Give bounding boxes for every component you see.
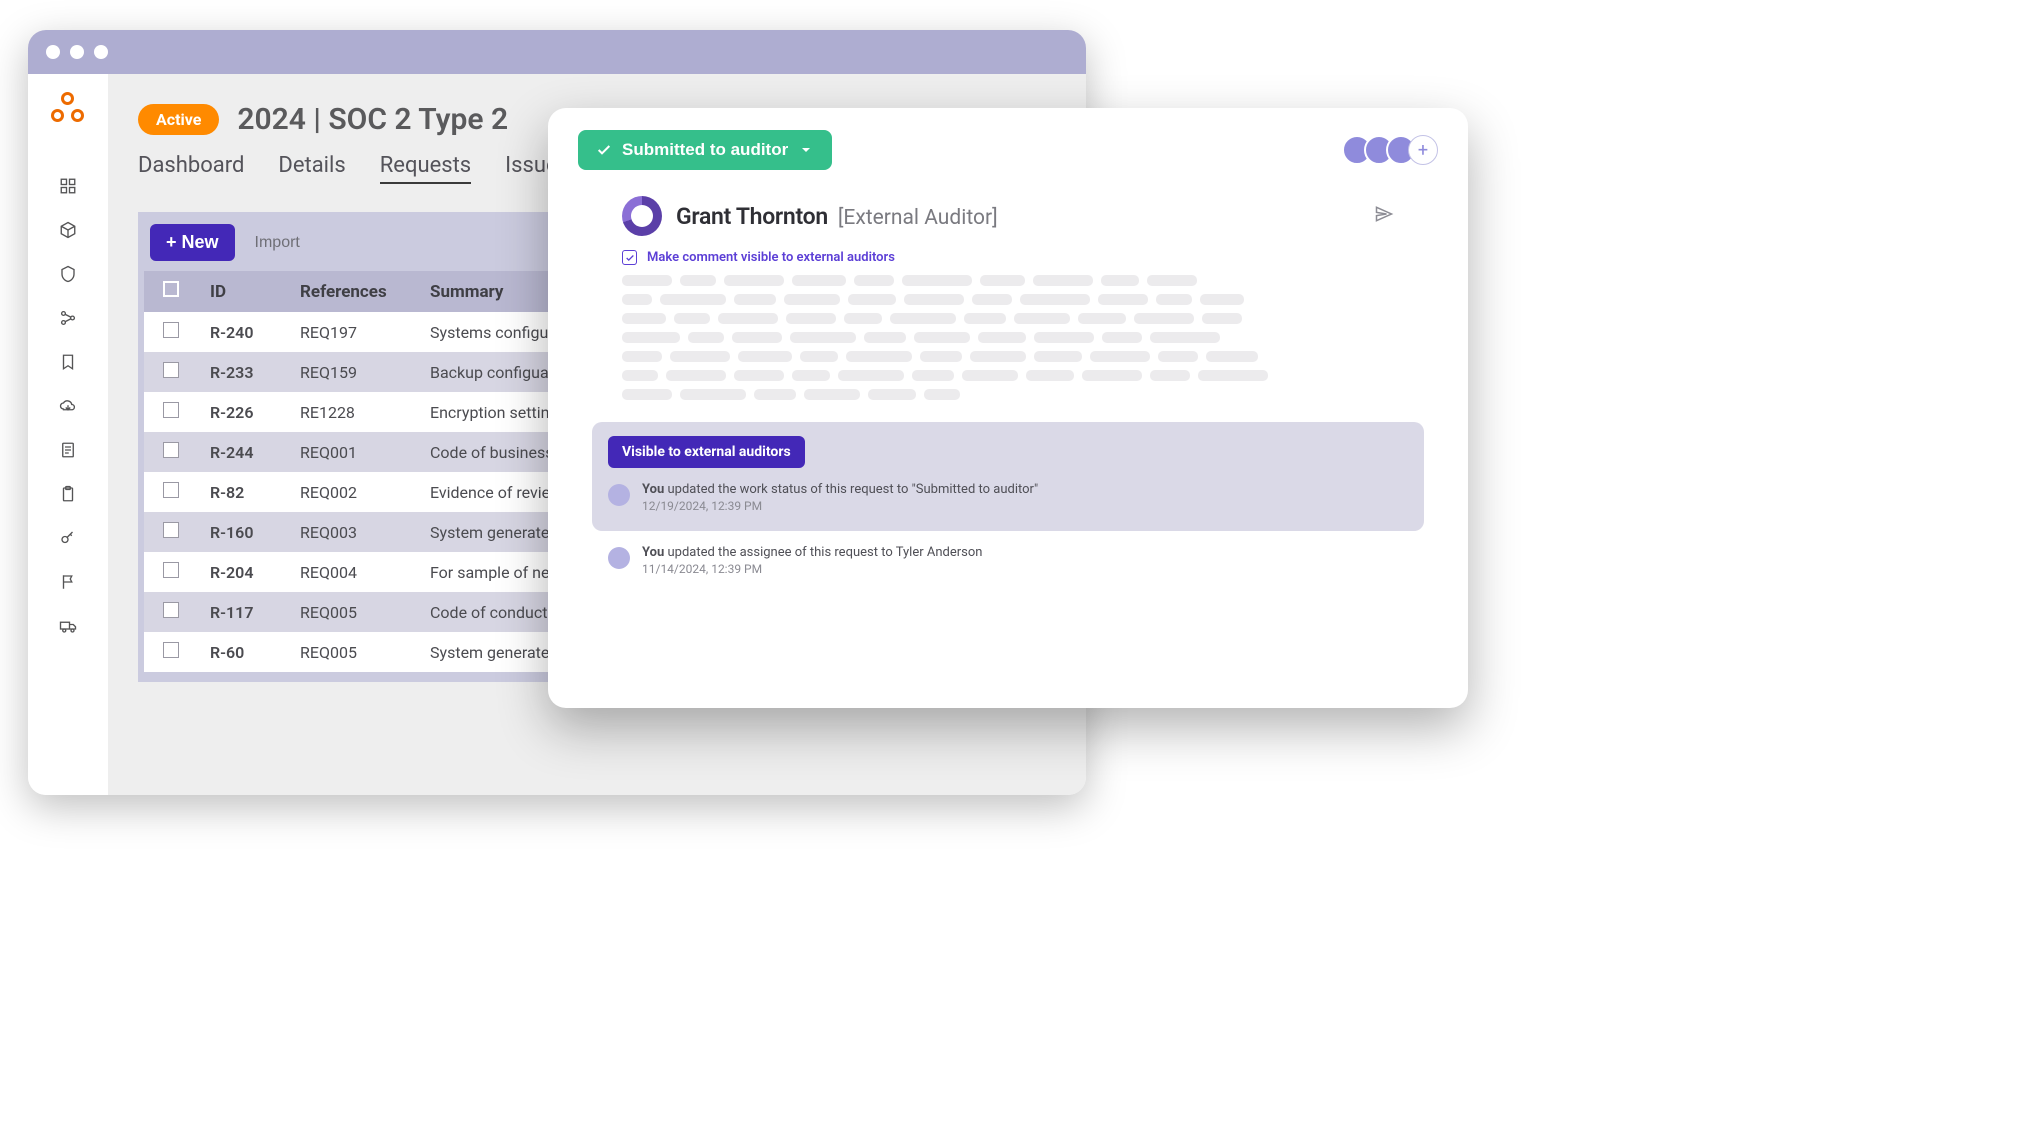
row-checkbox[interactable]: [163, 322, 179, 338]
status-label: Submitted to auditor: [622, 140, 788, 160]
row-id: R-160: [198, 512, 288, 552]
activity-log-entry: You updated the work status of this requ…: [608, 482, 1408, 513]
nav-share-icon[interactable]: [48, 298, 88, 338]
row-reference: REQ005: [288, 592, 418, 632]
row-id: R-244: [198, 432, 288, 472]
nav-dashboard-icon[interactable]: [48, 166, 88, 206]
row-checkbox[interactable]: [163, 482, 179, 498]
check-icon: [596, 142, 612, 158]
nav-bookmark-icon[interactable]: [48, 342, 88, 382]
row-checkbox[interactable]: [163, 562, 179, 578]
row-reference: REQ002: [288, 472, 418, 512]
avatar-icon: [608, 484, 630, 506]
status-badge: Active: [138, 104, 219, 135]
sidebar: [28, 74, 108, 795]
visibility-checkbox-row[interactable]: Make comment visible to external auditor…: [622, 250, 1438, 265]
add-assignee-button[interactable]: +: [1408, 135, 1438, 165]
checkbox-icon: [622, 250, 637, 265]
nav-document-icon[interactable]: [48, 430, 88, 470]
col-references: References: [288, 271, 418, 312]
nav-key-icon[interactable]: [48, 518, 88, 558]
row-reference: REQ005: [288, 632, 418, 672]
send-icon[interactable]: [1374, 204, 1394, 228]
log-text: updated the assignee of this request to …: [664, 545, 982, 560]
row-id: R-60: [198, 632, 288, 672]
auditor-logo-icon: [622, 196, 662, 236]
col-id: ID: [198, 271, 288, 312]
tab-requests[interactable]: Requests: [380, 153, 471, 184]
assignee-avatars: +: [1342, 135, 1438, 165]
new-button[interactable]: + New: [150, 224, 235, 261]
log-actor: You: [642, 482, 664, 497]
row-reference: REQ197: [288, 312, 418, 352]
nav-flag-icon[interactable]: [48, 562, 88, 602]
row-reference: REQ001: [288, 432, 418, 472]
row-checkbox[interactable]: [163, 442, 179, 458]
nav-shield-icon[interactable]: [48, 254, 88, 294]
window-dot-icon: [46, 45, 60, 59]
log-timestamp: 12/19/2024, 12:39 PM: [642, 499, 1038, 513]
nav-clipboard-icon[interactable]: [48, 474, 88, 514]
row-reference: REQ004: [288, 552, 418, 592]
comment-skeleton: [622, 275, 1394, 400]
import-button[interactable]: Import: [255, 234, 300, 252]
row-id: R-233: [198, 352, 288, 392]
app-logo-icon: [51, 92, 85, 126]
log-timestamp: 11/14/2024, 12:39 PM: [642, 562, 982, 576]
nav-cloud-icon[interactable]: [48, 386, 88, 426]
row-checkbox[interactable]: [163, 522, 179, 538]
row-checkbox[interactable]: [163, 602, 179, 618]
nav-package-icon[interactable]: [48, 210, 88, 250]
activity-log-entry: You updated the assignee of this request…: [608, 545, 1424, 576]
visibility-label: Make comment visible to external auditor…: [647, 250, 895, 265]
tab-details[interactable]: Details: [278, 153, 345, 184]
log-text: updated the work status of this request …: [664, 482, 1038, 497]
row-reference: RE1228: [288, 392, 418, 432]
row-id: R-117: [198, 592, 288, 632]
page-title: 2024 | SOC 2 Type 2: [237, 102, 508, 137]
visibility-badge: Visible to external auditors: [608, 436, 805, 468]
browser-titlebar: [28, 30, 1086, 74]
row-id: R-204: [198, 552, 288, 592]
avatar-icon: [608, 547, 630, 569]
window-dot-icon: [94, 45, 108, 59]
row-checkbox[interactable]: [163, 362, 179, 378]
tab-dashboard[interactable]: Dashboard: [138, 153, 244, 184]
row-reference: REQ159: [288, 352, 418, 392]
chevron-down-icon: [798, 142, 814, 158]
row-id: R-226: [198, 392, 288, 432]
auditor-role: [External Auditor]: [838, 206, 998, 230]
select-all-checkbox[interactable]: [163, 281, 179, 297]
window-dot-icon: [70, 45, 84, 59]
auditor-name: Grant Thornton: [676, 203, 828, 230]
row-checkbox[interactable]: [163, 642, 179, 658]
row-reference: REQ003: [288, 512, 418, 552]
request-detail-panel: Submitted to auditor + Grant Thornton [E…: [548, 108, 1468, 708]
activity-highlighted: Visible to external auditors You updated…: [592, 422, 1424, 531]
row-checkbox[interactable]: [163, 402, 179, 418]
nav-truck-icon[interactable]: [48, 606, 88, 646]
row-id: R-82: [198, 472, 288, 512]
log-actor: You: [642, 545, 664, 560]
status-dropdown[interactable]: Submitted to auditor: [578, 130, 832, 170]
row-id: R-240: [198, 312, 288, 352]
